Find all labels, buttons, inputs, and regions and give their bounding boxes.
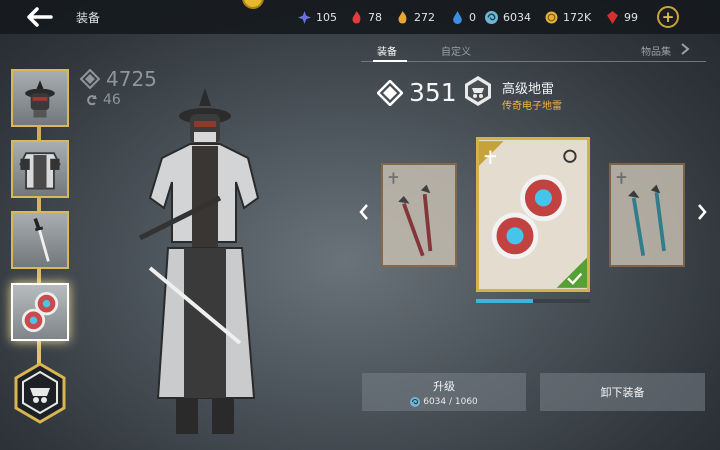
item-name: 高级地雷 — [502, 82, 555, 97]
helmet-icon — [25, 80, 55, 118]
currency-value: 78 — [368, 10, 382, 24]
currency-gold-flame[interactable]: 272 — [396, 9, 435, 25]
slot-mine[interactable] — [11, 283, 69, 341]
mask-badge-icon — [465, 76, 491, 106]
upgrade-label: 升级 — [433, 379, 455, 393]
chevron-left-icon[interactable] — [358, 203, 370, 221]
slot-weapon[interactable] — [11, 211, 69, 269]
power-diamond-icon — [80, 69, 100, 89]
currency-coin[interactable]: 172K — [545, 9, 591, 25]
slot-armor[interactable] — [11, 140, 69, 198]
score-diamond-icon — [377, 79, 403, 106]
item-rarity: 传奇电子地雷 — [502, 101, 562, 112]
ruby-icon — [607, 10, 618, 24]
tab-bar: 装备 自定义 物品集 — [361, 40, 706, 62]
currency-blue-drop[interactable]: 0 — [451, 9, 476, 25]
swirl-icon — [485, 10, 498, 24]
chevron-right-carousel-icon[interactable] — [696, 203, 708, 221]
back-arrow-icon — [27, 7, 53, 27]
upgrade-cost-value: 6034 / 1060 — [423, 396, 478, 407]
item-card-next[interactable] — [609, 163, 685, 267]
swirl-icon — [410, 396, 421, 407]
currency-value: 105 — [316, 10, 337, 24]
active-tab-indicator — [373, 60, 407, 62]
katana-icon — [33, 217, 50, 262]
currency-gem[interactable]: 105 — [298, 9, 337, 25]
item-score-value: 351 — [409, 78, 457, 107]
currency-ruby[interactable]: 99 — [606, 9, 638, 25]
back-button[interactable] — [22, 4, 56, 30]
upgrade-cost: 6034 / 1060 — [410, 396, 478, 407]
mine-icon — [21, 291, 59, 333]
crossbow-bolts-icon — [388, 172, 433, 257]
upgrade-progress-bar — [476, 299, 590, 303]
chevron-right-icon[interactable] — [680, 43, 690, 55]
page-title: 装备 — [76, 11, 101, 25]
item-score: 351 — [377, 78, 457, 107]
tab-item-set[interactable]: 物品集 — [641, 43, 671, 58]
medal-icon[interactable] — [240, 0, 266, 12]
unequip-button[interactable]: 卸下装备 — [540, 373, 705, 411]
electro-mine-icon — [479, 141, 587, 288]
tab-equipment[interactable]: 装备 — [377, 43, 397, 58]
gold-coin-icon — [545, 11, 558, 23]
red-flame-icon — [352, 10, 361, 23]
tab-customize[interactable]: 自定义 — [441, 43, 471, 58]
armor-icon — [19, 152, 61, 190]
currency-swirl[interactable]: 6034 — [485, 9, 531, 25]
refresh-icon — [87, 95, 97, 106]
currency-value: 172K — [563, 10, 592, 24]
gem-blue-star-icon — [298, 10, 311, 24]
plus-icon: + — [661, 7, 675, 26]
upgrade-progress-fill — [476, 299, 533, 303]
item-card-previous[interactable] — [381, 163, 457, 267]
upgrade-button[interactable]: 升级 6034 / 1060 — [362, 373, 526, 411]
samurai-character — [138, 88, 260, 434]
unequip-label: 卸下装备 — [600, 386, 645, 399]
blue-bolts-icon — [616, 172, 666, 257]
blue-drop-icon — [453, 10, 462, 24]
currency-value: 6034 — [503, 10, 531, 24]
gold-flame-icon — [398, 10, 407, 23]
mask-hex-badge-icon[interactable] — [12, 362, 68, 424]
currency-value: 272 — [414, 10, 435, 24]
item-card-selected[interactable] — [476, 137, 590, 292]
currency-red-flame[interactable]: 78 — [350, 9, 382, 25]
add-currency-button[interactable]: + — [657, 6, 679, 28]
slot-helmet[interactable] — [11, 69, 69, 127]
currency-value: 99 — [624, 10, 638, 24]
currency-value: 0 — [469, 10, 476, 24]
top-bar: 装备 105 78 272 0 6034 172K 99 + — [0, 0, 720, 34]
